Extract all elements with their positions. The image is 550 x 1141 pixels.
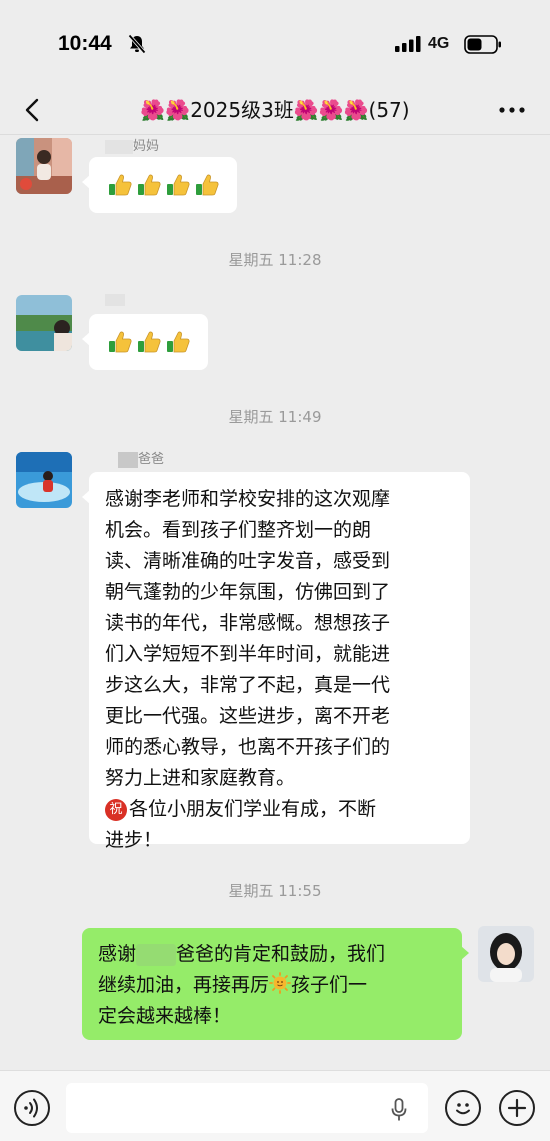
message-text: 继续加油，再接再厉: [98, 974, 270, 996]
message-list[interactable]: 妈妈 星期五 11:28 星期五 11:49 爸爸 感谢李老师和学校安排的这次观…: [0, 135, 550, 1070]
message-line: 读、清晰准确的吐字发音，感受到: [105, 550, 391, 572]
plus-icon: [507, 1098, 527, 1118]
avatar[interactable]: [16, 295, 72, 351]
message-line: 读书的年代，非常感慨。想想孩子: [105, 612, 391, 634]
message-timestamp: 星期五 11:28: [228, 251, 322, 269]
chat-header: 🌺🌺2025级3班🌺🌺🌺(57): [0, 86, 550, 134]
thumbs-up-icon: [109, 331, 132, 353]
message-text: 孩子们一: [291, 974, 368, 996]
emoji-button[interactable]: [445, 1090, 481, 1126]
message-line: 定会越来越棒！: [98, 1005, 232, 1027]
signal-icon: [395, 36, 421, 52]
message-text: 感谢: [98, 943, 137, 965]
emoji-icon: [456, 1103, 470, 1115]
sender-name: 爸爸: [118, 448, 164, 468]
message-line: 感谢李老师和学校安排的这次观摩: [105, 488, 391, 510]
message-line: 步这么大，非常了不起，真是一代: [105, 674, 391, 696]
voice-button[interactable]: [14, 1090, 50, 1126]
status-time: 10:44: [58, 32, 112, 55]
message-line: 更比一代强。这些进步，离不开老: [105, 705, 391, 727]
message-line: 进步！: [105, 829, 163, 851]
zhu-emoji-icon: 祝: [105, 799, 127, 821]
voice-icon: [24, 1098, 38, 1118]
sender-name-text: 妈妈: [133, 139, 160, 154]
bell-off-icon: [128, 34, 146, 54]
message-text: 各位小朋友们学业有成，不断: [129, 798, 377, 820]
status-bar: 10:44 4G: [0, 0, 550, 86]
message-bubble[interactable]: 感谢李老师和学校安排的这次观摩 机会。看到孩子们整齐划一的朗 读、清晰准确的吐字…: [82, 472, 470, 851]
message-line: 感谢 爸爸的肯定和鼓励，我们: [98, 939, 450, 970]
network-type: 4G: [428, 35, 450, 52]
thumbs-up-icon: [138, 174, 161, 196]
message-bubble[interactable]: [82, 314, 208, 370]
message-text: 爸爸的肯定和鼓励，我们: [176, 943, 386, 965]
message-line: 们入学短短不到半年时间，就能进: [105, 643, 391, 665]
message-line: 继续加油，再接再厉 孩子们一: [98, 970, 450, 1001]
more-button[interactable]: [494, 92, 530, 128]
sender-name: 妈妈: [105, 135, 159, 154]
message-timestamp: 星期五 11:49: [228, 408, 322, 426]
thumbs-up-emoji-row: [89, 314, 208, 370]
battery-icon: [464, 35, 501, 54]
thumbs-up-icon: [109, 174, 132, 196]
message-line: 朝气蓬勃的少年氛围，仿佛回到了: [105, 581, 391, 603]
avatar[interactable]: [16, 138, 72, 194]
thumbs-up-emoji-row: [89, 157, 237, 213]
more-dots-icon: [499, 107, 525, 113]
redacted-name: [136, 943, 177, 966]
plus-button[interactable]: [499, 1090, 535, 1126]
message-line: 师的悉心教导，也离不开孩子们的: [105, 736, 391, 758]
thumbs-up-icon: [196, 174, 219, 196]
avatar[interactable]: [16, 452, 72, 508]
message-bubble[interactable]: 感谢 爸爸的肯定和鼓励，我们 继续加油，再接再厉 孩子们一 定会越来越棒！: [82, 928, 469, 1040]
sender-name-text: 爸爸: [138, 452, 165, 467]
sun-emoji-icon: [269, 972, 291, 994]
thumbs-up-icon: [167, 331, 190, 353]
message-line: 祝各位小朋友们学业有成，不断: [105, 794, 456, 825]
message-input[interactable]: [66, 1083, 428, 1133]
thumbs-up-icon: [167, 174, 190, 196]
message-bubble[interactable]: [82, 157, 237, 213]
message-line: 努力上进和家庭教育。: [105, 767, 296, 789]
sender-name: [105, 292, 125, 307]
chat-title: 🌺🌺2025级3班🌺🌺🌺(57): [140, 98, 410, 122]
input-bar: [0, 1070, 550, 1141]
avatar[interactable]: [478, 926, 534, 982]
thumbs-up-icon: [138, 331, 161, 353]
message-timestamp: 星期五 11:55: [228, 882, 322, 900]
mic-icon[interactable]: [390, 1098, 408, 1122]
message-line: 机会。看到孩子们整齐划一的朗: [105, 519, 372, 541]
